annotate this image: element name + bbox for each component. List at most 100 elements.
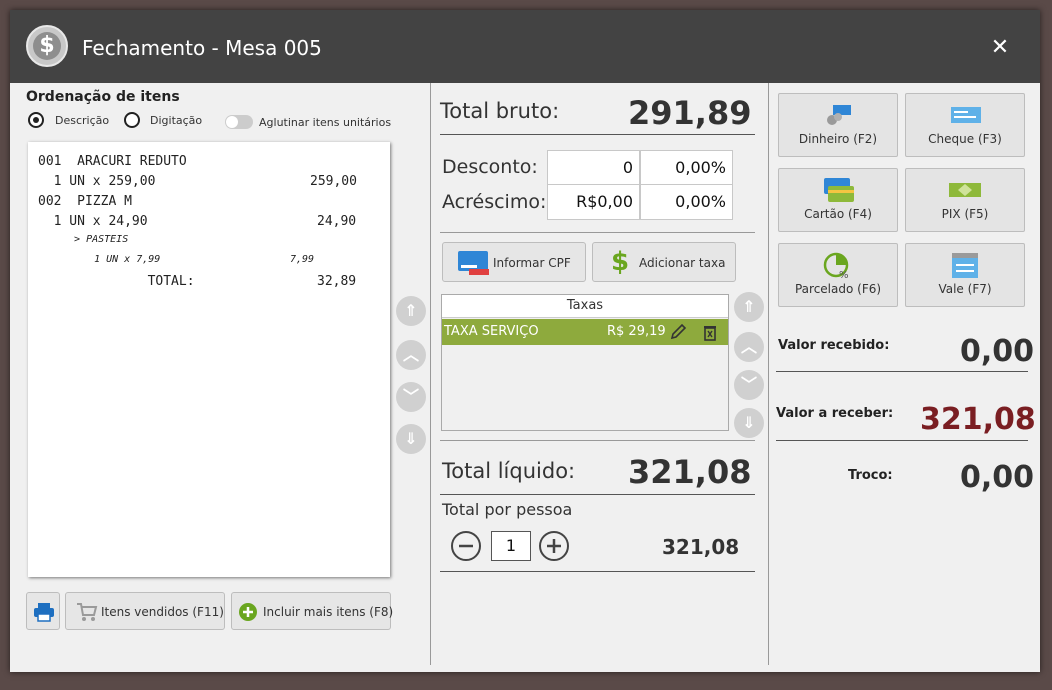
total-liquido-value: 321,08	[628, 453, 752, 491]
radio-digitacao-label[interactable]: Digitação	[150, 114, 202, 127]
column-divider	[768, 83, 769, 665]
divider	[440, 494, 755, 495]
taxas-scroll-down-button[interactable]: ﹀	[734, 370, 764, 400]
adicionar-taxa-label: Adicionar taxa	[639, 256, 726, 270]
ordering-title: Ordenação de itens	[26, 89, 180, 105]
receipt-total: 32,89	[317, 274, 357, 289]
informar-cpf-button[interactable]: Informar CPF	[442, 242, 586, 282]
receipt-total-label: TOTAL:	[38, 274, 195, 289]
cheque-button[interactable]: Cheque (F3)	[905, 93, 1025, 157]
cheque-icon	[951, 107, 981, 123]
scroll-top-button[interactable]: ⇑	[396, 296, 426, 326]
pessoas-input[interactable]: 1	[491, 531, 531, 561]
id-card-icon	[458, 251, 489, 275]
aglutinar-toggle[interactable]	[225, 115, 253, 129]
plus-circle-icon	[239, 603, 257, 621]
cheque-label: Cheque (F3)	[928, 132, 1002, 146]
printer-icon	[34, 603, 54, 622]
divider	[776, 371, 1028, 372]
delete-icon[interactable]	[702, 323, 718, 341]
scroll-down-button[interactable]: ﹀	[396, 382, 426, 412]
desconto-valor-input[interactable]: 0	[547, 150, 640, 186]
taxa-name: TAXA SERVIÇO	[444, 324, 539, 339]
total-bruto-label: Total bruto:	[440, 99, 560, 123]
troco-label: Troco:	[848, 468, 893, 483]
total-por-pessoa-label: Total por pessoa	[442, 500, 573, 519]
valor-recebido-label: Valor recebido:	[778, 338, 890, 353]
acrescimo-valor-input[interactable]: R$0,00	[547, 184, 640, 220]
radio-digitacao[interactable]	[124, 112, 140, 128]
valor-recebido-value: 0,00	[960, 334, 1035, 369]
divider	[776, 440, 1028, 441]
title-bar: $ Fechamento - Mesa 005 ✕	[10, 10, 1040, 83]
incluir-mais-button[interactable]: Incluir mais itens (F8)	[231, 592, 394, 630]
dinheiro-button[interactable]: Dinheiro (F2)	[778, 93, 898, 157]
plus-circle-icon[interactable]	[538, 530, 570, 562]
cart-icon	[77, 603, 98, 621]
receipt-line: 1 UN x 24,90	[38, 214, 148, 229]
receipt-line: 001 ARACURI REDUTO	[38, 154, 187, 169]
parcelado-label: Parcelado (F6)	[794, 282, 882, 296]
taxas-scroll-top-button[interactable]: ⇑	[734, 292, 764, 322]
acrescimo-label: Acréscimo:	[442, 191, 547, 213]
divider	[440, 571, 755, 572]
dinheiro-label: Dinheiro (F2)	[798, 132, 878, 146]
total-liquido-label: Total líquido:	[442, 459, 576, 483]
taxa-value: R$ 29,19	[607, 324, 666, 339]
receipt-line: > PASTEIS	[62, 234, 129, 245]
desconto-label: Desconto:	[442, 156, 538, 178]
valor-a-receber-label: Valor a receber:	[776, 406, 894, 421]
total-bruto-value: 291,89	[628, 94, 752, 132]
receipt-amount: 259,00	[310, 174, 357, 189]
vale-label: Vale (F7)	[938, 282, 992, 296]
valor-a-receber-value: 321,08	[920, 402, 1036, 437]
pix-icon	[949, 183, 981, 197]
pix-button[interactable]: PIX (F5)	[905, 168, 1025, 232]
pix-label: PIX (F5)	[941, 207, 989, 221]
card-icon	[824, 178, 854, 202]
troco-value: 0,00	[960, 460, 1035, 495]
divider	[440, 232, 755, 233]
dollar-sign-icon: $	[611, 247, 630, 277]
radio-descricao-label[interactable]: Descrição	[55, 114, 109, 127]
incluir-mais-label: Incluir mais itens (F8)	[263, 605, 394, 619]
minus-circle-icon[interactable]	[450, 530, 482, 562]
total-por-pessoa-value: 321,08	[662, 535, 740, 559]
taxas-scroll-bottom-button[interactable]: ⇓	[734, 408, 764, 438]
desconto-pct-input[interactable]: 0,00%	[640, 150, 733, 186]
receipt-amount: 24,90	[317, 214, 357, 229]
divider	[440, 440, 755, 441]
adicionar-taxa-button[interactable]: $ Adicionar taxa	[592, 242, 736, 282]
cartao-button[interactable]: Cartão (F4)	[778, 168, 898, 232]
receipt-amount: 7,99	[290, 254, 315, 265]
window-title: Fechamento - Mesa 005	[82, 36, 322, 60]
acrescimo-pct-input[interactable]: 0,00%	[640, 184, 733, 220]
dollar-icon: $	[26, 25, 68, 67]
edit-icon[interactable]	[670, 324, 688, 340]
cash-icon	[827, 105, 851, 125]
radio-descricao[interactable]	[28, 112, 44, 128]
itens-vendidos-label: Itens vendidos (F11)	[101, 605, 224, 619]
scroll-bottom-button[interactable]: ⇓	[396, 424, 426, 454]
itens-vendidos-button[interactable]: Itens vendidos (F11)	[65, 592, 225, 630]
cartao-label: Cartão (F4)	[804, 207, 872, 221]
aglutinar-label: Aglutinar itens unitários	[259, 116, 392, 129]
pie-percent-icon: %	[823, 252, 849, 280]
voucher-icon	[952, 253, 978, 278]
receipt-panel: 001 ARACURI REDUTO 1 UN x 259,00 259,00 …	[28, 142, 390, 577]
taxas-scroll-up-button[interactable]: ︿	[734, 332, 764, 362]
receipt-line: 1 UN x 259,00	[38, 174, 156, 189]
receipt-line: 002 PIZZA M	[38, 194, 132, 209]
informar-cpf-label: Informar CPF	[493, 256, 571, 270]
table-row[interactable]: TAXA SERVIÇO R$ 29,19	[442, 319, 728, 345]
scroll-up-button[interactable]: ︿	[396, 340, 426, 370]
close-icon[interactable]: ✕	[990, 37, 1010, 59]
closing-dialog: $ Fechamento - Mesa 005 ✕ Ordenação de i…	[10, 10, 1040, 672]
receipt-line: 1 UN x 7,99	[70, 254, 161, 265]
parcelado-button[interactable]: % Parcelado (F6)	[778, 243, 898, 307]
vale-button[interactable]: Vale (F7)	[905, 243, 1025, 307]
taxas-table: Taxas TAXA SERVIÇO R$ 29,19	[441, 294, 729, 431]
divider	[440, 134, 755, 135]
svg-text:%: %	[839, 270, 849, 280]
print-button[interactable]	[26, 592, 60, 630]
